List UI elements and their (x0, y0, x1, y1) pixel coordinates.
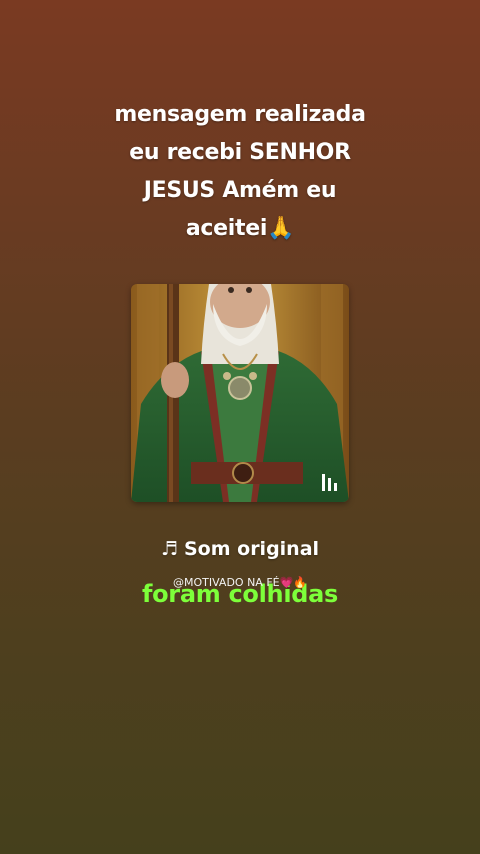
sound-bars-icon (322, 474, 337, 491)
cover-image (131, 284, 349, 502)
app-screen: { "message": { "line1": "mensagem realiz… (0, 0, 480, 854)
sound-label-text: Som original (183, 538, 320, 560)
message-line-1: mensagem realizada (114, 102, 366, 127)
album-cover[interactable] (131, 284, 349, 502)
message-line-2: eu recebi SENHOR (129, 140, 351, 165)
message-line-4: aceitei🙏 (185, 216, 295, 241)
message-text: mensagem realizada eu recebi SENHOR JESU… (90, 96, 390, 248)
channel-handle[interactable]: @MOTIVADO NA FÉ💗🔥 (0, 576, 480, 589)
channel-name: @MOTIVADO NA FÉ (172, 576, 280, 589)
original-sound-label[interactable]: ♬ Som original (0, 538, 480, 560)
music-note-icon: ♬ (160, 538, 178, 560)
message-line-3: JESUS Amém eu (143, 178, 337, 203)
heart-fire-emoji: 💗🔥 (279, 576, 308, 589)
